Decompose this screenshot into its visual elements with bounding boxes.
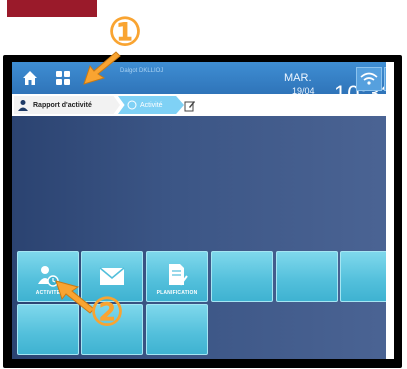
callout-number-one: ① [108,12,143,54]
grid-icon [56,71,70,85]
apps-button[interactable] [48,65,78,91]
arrow-icon [83,51,121,85]
callout-number-two: ② [90,292,125,334]
tile-planification[interactable]: PLANIFICATION [146,251,208,302]
home-button[interactable] [16,65,44,91]
edit-icon [184,101,195,112]
breadcrumb-rapport[interactable]: Rapport d'activité [14,96,120,114]
clock-icon [127,100,137,110]
wifi-status-button[interactable] [356,67,382,91]
tile-label: PLANIFICATION [156,290,198,296]
top-bar: Dalgot DKLLIOJ MAR. 19/04 10:32 [12,62,394,106]
user-icon [18,100,28,111]
breadcrumb: Rapport d'activité Activité [12,94,394,116]
tile-empty[interactable] [211,251,273,302]
screenshot-page: Dalgot DKLLIOJ MAR. 19/04 10:32 Rapport … [0,0,407,369]
wifi-icon [360,72,378,85]
breadcrumb-activite[interactable]: Activité [118,96,184,114]
day-label: MAR. [284,72,312,84]
edit-button[interactable] [184,99,196,117]
brand-block [7,0,97,17]
screen-edge [386,62,394,359]
document-check-icon [169,264,188,286]
breadcrumb-main-label: Rapport d'activité [33,101,92,109]
breadcrumb-active-label: Activité [140,101,163,109]
tile-empty[interactable] [276,251,338,302]
user-name: Dalgot DKLLIOJ [120,68,164,74]
tile-empty[interactable] [146,304,208,355]
envelope-icon [99,267,125,285]
home-icon [23,71,37,85]
